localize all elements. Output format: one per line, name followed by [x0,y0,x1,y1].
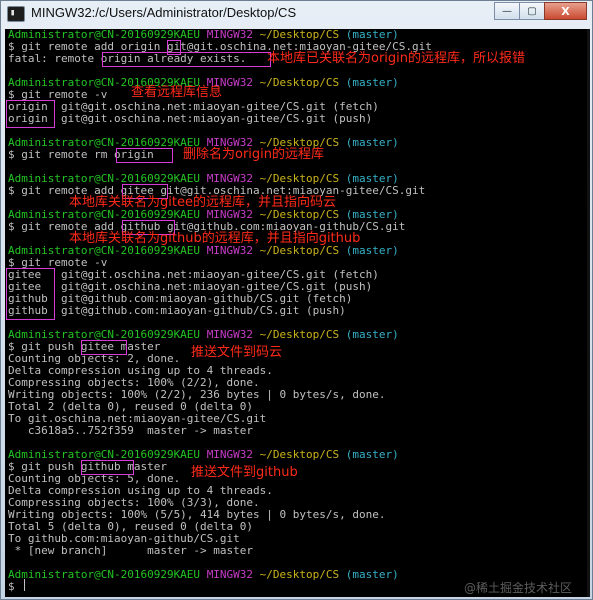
console-output[interactable]: Administrator@CN-20160929KAEU MINGW32 ~/… [5,29,590,597]
highlight-box [116,148,173,163]
annotation-push-github: 推送文件到github [191,465,298,480]
watermark: @稀土掘金技术社区 [463,581,572,595]
terminal-icon: ▮ [7,6,25,22]
output-line: c3618a5..752f359 master -> master [8,424,254,437]
output-line: github git@github.com:miaoyan-github/CS.… [8,304,346,317]
highlight-box [81,340,127,355]
command-line[interactable]: $ [8,581,21,593]
annotation-push-gitee: 推送文件到码云 [191,345,283,360]
close-button[interactable]: X [544,2,587,20]
scrollbar[interactable] [587,29,590,597]
annotation-add-gitee: 本地库关联名为gitee的远程库，并且指向码云 [69,195,336,210]
window-title: MINGW32:/c/Users/Administrator/Desktop/C… [31,5,297,20]
text-cursor [24,579,25,591]
annotation-view-remotes: 查看远程库信息 [131,85,223,100]
terminal-window: ▮ MINGW32:/c/Users/Administrator/Desktop… [0,0,593,600]
annotation-remove-origin: 删除名为origin的远程库 [183,147,325,162]
maximize-button[interactable]: ▢ [519,2,545,20]
highlight-box [102,52,271,67]
output-line: * [new branch] master -> master [8,544,254,557]
highlight-box [6,100,55,128]
annotation-origin-exists: 本地库已关联名为origin的远程库，所以报错 [267,51,526,66]
title-bar[interactable]: ▮ MINGW32:/c/Users/Administrator/Desktop… [1,1,592,27]
highlight-box [81,460,134,475]
minimize-button[interactable]: — [494,2,520,20]
highlight-box [6,268,55,320]
prompt-line: Administrator@CN-20160929KAEU MINGW32 ~/… [8,568,399,581]
output-line: origin git@git.oschina.net:miaoyan-gitee… [8,112,373,125]
annotation-add-github: 本地库关联名为github的远程库，并且指向github [69,231,361,246]
window-controls: — ▢ X [494,2,587,20]
